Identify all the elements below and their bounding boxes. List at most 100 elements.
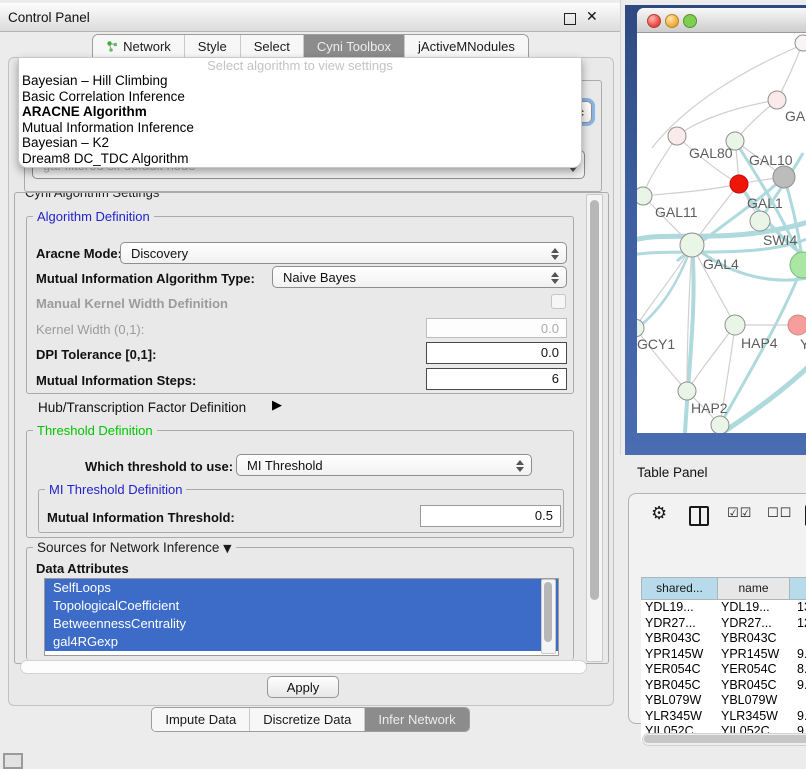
node-gray[interactable] xyxy=(773,166,795,188)
sources-expanded-arrow-icon[interactable]: ▼ xyxy=(223,542,231,555)
tab-style[interactable]: Style xyxy=(184,35,240,58)
dropdown-item[interactable]: Dream8 DC_TDC Algorithm xyxy=(19,151,581,167)
tab-infer-network[interactable]: Infer Network xyxy=(364,708,468,731)
tab-label: jActiveMNodules xyxy=(418,39,515,54)
sources-title-text: Sources for Network Inference xyxy=(37,540,219,555)
select-all-checkboxes-icon[interactable]: ☑☑ xyxy=(727,506,752,521)
cell-value: 13 xyxy=(797,600,806,616)
data-attributes-label: Data Attributes xyxy=(36,561,129,576)
table-row[interactable]: YPR145W YPR145W 9. xyxy=(641,647,806,663)
dropdown-item[interactable]: Basic Correlation Inference xyxy=(19,89,581,105)
mi-threshold-field[interactable]: 0.5 xyxy=(420,505,561,527)
node-pink-top[interactable] xyxy=(768,91,786,109)
gear-icon[interactable]: ⚙ xyxy=(651,503,667,524)
table-panel-title: Table Panel xyxy=(637,465,708,480)
deselect-all-checkboxes-icon[interactable]: ☐☐ xyxy=(767,506,792,521)
tab-label: Select xyxy=(254,39,290,54)
cyni-bottom-tabstrip: Impute Data Discretize Data Infer Networ… xyxy=(8,707,613,732)
settings-hscrollbar[interactable] xyxy=(20,660,587,674)
tab-impute-data[interactable]: Impute Data xyxy=(152,708,249,731)
tab-select[interactable]: Select xyxy=(240,35,303,58)
tab-jactivemnodules[interactable]: jActiveMNodules xyxy=(404,35,528,58)
cell-name: YDR27... xyxy=(721,616,772,632)
column-header-name[interactable]: name xyxy=(718,577,790,600)
node-gal4[interactable] xyxy=(680,233,704,257)
algorithm-definition-title: Algorithm Definition xyxy=(33,209,154,224)
tab-discretize-data[interactable]: Discretize Data xyxy=(249,708,364,731)
attribute-item[interactable]: gal4RGexp xyxy=(45,633,558,651)
apply-button[interactable]: Apply xyxy=(267,676,339,698)
cell-name: YER054C xyxy=(721,662,777,678)
window-minimize-button[interactable] xyxy=(665,14,679,28)
node-label: GAL10 xyxy=(749,152,793,168)
node-gal80[interactable] xyxy=(668,127,686,145)
node-hap4[interactable] xyxy=(725,315,745,335)
window-close-button[interactable] xyxy=(647,14,661,28)
dropdown-item-selected[interactable]: ARACNE Algorithm xyxy=(19,104,581,120)
node-red[interactable] xyxy=(730,175,748,193)
table-row[interactable]: YBL079W YBL079W xyxy=(641,693,806,709)
attribute-item[interactable]: TopologicalCoefficient xyxy=(45,597,558,615)
tab-label: Infer Network xyxy=(378,712,455,727)
combo-stepper-icon xyxy=(551,270,559,286)
column-header-partial[interactable] xyxy=(790,577,806,600)
tab-cyni-toolbox[interactable]: Cyni Toolbox xyxy=(303,35,404,58)
dropdown-item[interactable]: Bayesian – Hill Climbing xyxy=(19,73,581,89)
network-view-frame: GAL GAL80 GAL10 GAL1 GAL11 SWI4 GAL4 GCY… xyxy=(625,5,806,455)
node-label: GAL11 xyxy=(655,204,698,220)
manual-kernel-checkbox[interactable] xyxy=(551,294,566,309)
aracne-mode-combo[interactable]: Discovery xyxy=(120,242,567,264)
settings-group-title: Cyni Algorithm Settings xyxy=(21,192,163,200)
table-row[interactable]: YBR045C YBR045C 9. xyxy=(641,678,806,694)
dropdown-placeholder: Select algorithm to view settings xyxy=(19,58,581,73)
cell-shared: YDR27... xyxy=(645,616,696,632)
node-swi4[interactable] xyxy=(750,211,770,231)
column-header-shared[interactable]: shared... xyxy=(641,577,718,600)
manual-kernel-label: Manual Kernel Width Definition xyxy=(36,296,228,311)
node-salmon[interactable] xyxy=(788,315,806,335)
mi-steps-field[interactable]: 6 xyxy=(426,368,567,390)
network-window-titlebar xyxy=(637,8,806,33)
kernel-width-field[interactable]: 0.0 xyxy=(426,318,567,338)
attribute-list-scrollbar[interactable] xyxy=(541,579,556,654)
cell-name: YBL079W xyxy=(721,693,777,709)
dpi-tolerance-field[interactable]: 0.0 xyxy=(426,342,567,364)
node-hap2[interactable] xyxy=(678,382,696,400)
table-hscrollbar[interactable] xyxy=(642,733,806,746)
node-partial-top[interactable] xyxy=(795,35,806,51)
table-row[interactable]: YBR043C YBR043C xyxy=(641,631,806,647)
dropdown-item[interactable]: Bayesian – K2 xyxy=(19,135,581,151)
node-gal11[interactable] xyxy=(637,187,652,205)
node-label: GAL80 xyxy=(689,145,733,161)
node-gcy1[interactable] xyxy=(637,319,644,337)
attribute-item[interactable]: SelfLoops xyxy=(45,579,558,597)
table-row[interactable]: YDR27... YDR27... 12 xyxy=(641,616,806,632)
split-columns-icon[interactable] xyxy=(689,506,709,526)
window-zoom-button[interactable] xyxy=(683,14,697,28)
tab-network[interactable]: Network xyxy=(93,35,184,58)
dropdown-item[interactable]: Mutual Information Inference xyxy=(19,120,581,136)
mi-type-combo[interactable]: Naive Bayes xyxy=(272,266,567,288)
attribute-item[interactable]: BetweennessCentrality xyxy=(45,615,558,633)
node-label: GAL4 xyxy=(703,256,739,272)
control-panel-title: Control Panel xyxy=(8,10,90,25)
table-row[interactable]: YLR345W YLR345W 9. xyxy=(641,709,806,725)
control-panel-window: Control Panel ✕ Network Style xyxy=(0,0,621,733)
cell-name: YLR345W xyxy=(721,709,778,725)
node-partial-bottom[interactable] xyxy=(711,416,729,433)
hub-collapsed-arrow-icon[interactable]: ▶ xyxy=(272,398,282,413)
node-label: GAL1 xyxy=(747,195,783,211)
float-window-icon[interactable] xyxy=(564,13,576,25)
network-canvas[interactable]: GAL GAL80 GAL10 GAL1 GAL11 SWI4 GAL4 GCY… xyxy=(637,33,806,433)
hub-definition-toggle[interactable]: Hub/Transcription Factor Definition xyxy=(38,400,246,415)
settings-scrollbar[interactable] xyxy=(586,194,603,662)
close-icon[interactable]: ✕ xyxy=(586,9,598,25)
table-panel: Table Panel ⚙ ☑☑ ☐☐ shared... name YDL19… xyxy=(620,455,806,762)
table-row[interactable]: YDL19... YDL19... 13 xyxy=(641,600,806,616)
minimized-panel-icon-partial[interactable] xyxy=(3,753,23,769)
which-threshold-combo[interactable]: MI Threshold xyxy=(236,454,532,476)
network-node-labels: GAL GAL80 GAL10 GAL1 GAL11 SWI4 GAL4 GCY… xyxy=(637,108,806,416)
node-bright-green[interactable] xyxy=(790,252,806,278)
table-row[interactable]: YER054C YER054C 8. xyxy=(641,662,806,678)
cell-name: YBR045C xyxy=(721,678,777,694)
